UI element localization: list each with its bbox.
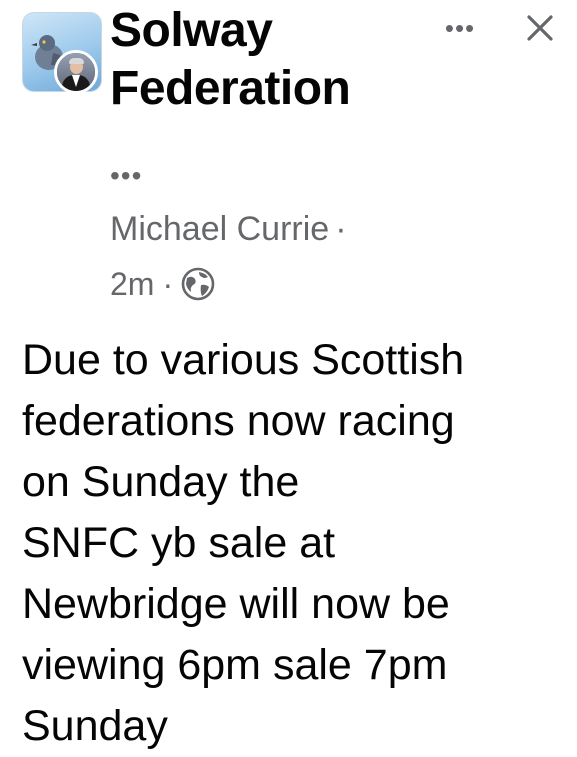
more-options-button[interactable]: •••: [440, 14, 480, 42]
post-sub-menu-icon[interactable]: •••: [110, 162, 142, 190]
group-name-link[interactable]: Solway Federation: [110, 2, 351, 118]
group-name-line1: Solway: [110, 4, 273, 57]
author-row: Michael Currie ·: [110, 206, 347, 252]
post-body-text: Due to various Scottish federations now …: [22, 336, 465, 750]
group-name-line2: Federation: [110, 62, 351, 115]
author-name-link[interactable]: Michael Currie: [110, 210, 329, 249]
more-options-icon: •••: [444, 13, 476, 43]
close-icon: [527, 15, 553, 41]
globe-icon[interactable]: [181, 267, 215, 301]
post-meta-row: 2m ·: [110, 262, 215, 306]
author-separator: ·: [335, 209, 347, 248]
member-avatar[interactable]: [54, 50, 98, 94]
post-timestamp[interactable]: 2m: [110, 266, 154, 303]
meta-separator: ·: [162, 265, 174, 302]
close-button[interactable]: [520, 8, 560, 48]
avatar-hair: [69, 58, 84, 64]
